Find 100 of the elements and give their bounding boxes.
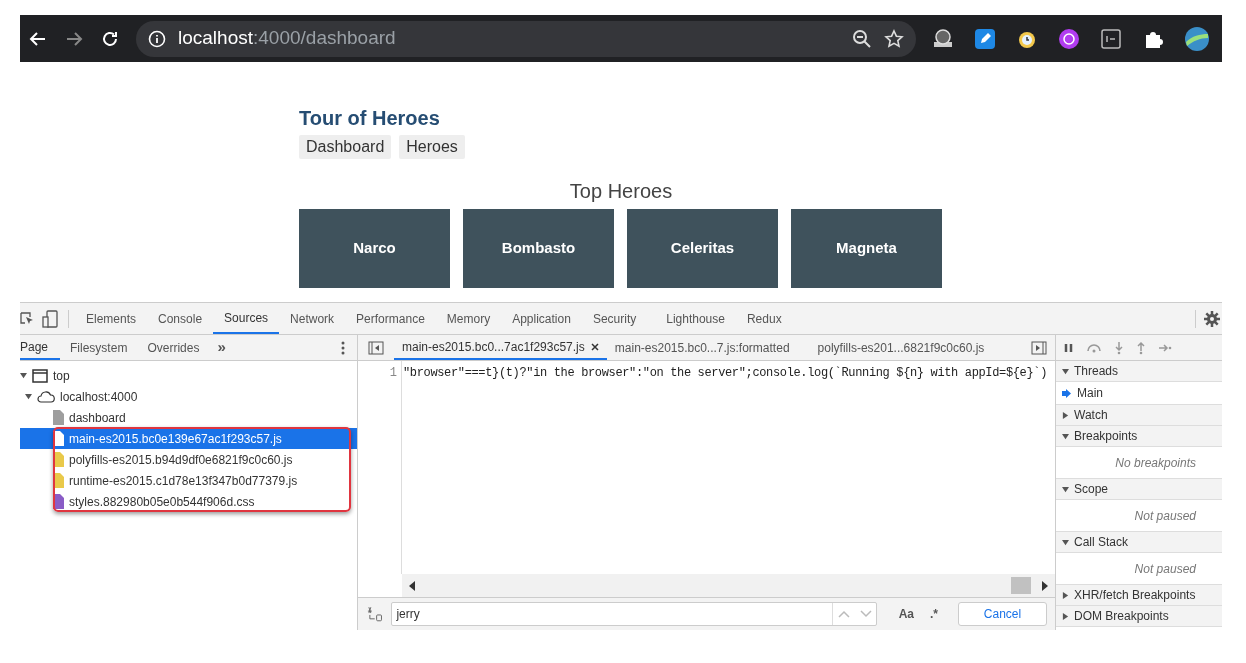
expand-arrow-icon [1062,411,1069,419]
section-title: Threads [1074,363,1119,380]
file-icon [53,494,64,509]
app-title: Tour of Heroes [299,106,441,130]
devtools-tab[interactable]: Network [279,303,346,334]
step-into-icon[interactable] [1114,340,1124,355]
terminal-extension-icon[interactable] [1100,27,1122,50]
tab-label: main-es2015.bc0...7.js:formatted [614,339,790,357]
thread-label: Main [1077,385,1103,402]
tree-label: main-es2015.bc0e139e67ac1f293c57.js [69,430,282,448]
scrollbar-thumb[interactable] [1011,577,1031,594]
star-icon[interactable] [884,28,904,49]
tree-item[interactable]: polyfills-es2015.b94d9df0e6821f9c0c60.js [20,449,357,470]
tree-item[interactable]: runtime-es2015.c1d78e13f347b0d77379.js [20,470,357,491]
step-over-icon[interactable] [1086,342,1102,353]
ring-extension-icon[interactable] [1058,27,1080,50]
devtools-tab[interactable]: Redux [735,303,793,334]
step-icon[interactable] [1158,342,1172,353]
section-header[interactable]: Call Stack [1056,532,1222,553]
expand-arrow-icon[interactable] [25,393,32,400]
expand-arrow-icon [1062,367,1069,375]
tree-item[interactable]: styles.882980b05e0b544f906d.css [20,491,357,512]
devtools-tab[interactable]: Lighthouse [655,303,736,334]
zoom-out-icon[interactable] [852,28,872,49]
profile-avatar-icon[interactable] [1184,25,1210,52]
tree-item[interactable]: dashboard [20,407,357,428]
navigator-tab[interactable]: Overrides [137,335,210,360]
section-title: DOM Breakpoints [1074,608,1169,625]
scroll-right-icon[interactable] [1041,580,1049,591]
tree-label: top [53,367,70,385]
file-icon [53,473,64,488]
match-case-button[interactable]: Aa [898,605,914,623]
horizontal-scrollbar[interactable] [402,574,1055,597]
file-icon [53,431,64,446]
close-icon[interactable] [590,342,599,351]
devtools-tab[interactable]: Performance [345,303,436,334]
section-header[interactable]: Threads [1056,361,1222,382]
section-header[interactable]: Scope [1056,479,1222,500]
section-header[interactable]: Breakpoints [1056,426,1222,447]
navigator-tab[interactable]: Page [20,335,61,360]
editor-tab[interactable]: polyfills-es201...6821f9c0c60.js [809,335,993,360]
tree-label: polyfills-es2015.b94d9df0e6821f9c0c60.js [69,451,293,469]
expand-arrow-icon [1062,485,1069,493]
frame-icon [32,368,48,383]
editor-tab[interactable]: main-es2015.bc0...7.js:formatted [606,335,798,360]
expand-arrow-icon [1062,432,1069,440]
hero-card[interactable]: Narco [299,209,450,288]
address-bar[interactable]: localhost:4000/dashboard [136,20,916,57]
hero-card[interactable]: Bombasto [463,209,614,288]
device-toolbar-icon[interactable] [42,309,58,328]
navigator-tab[interactable]: Filesystem [60,335,138,360]
section-title: Breakpoints [1074,428,1138,445]
hero-card[interactable]: Magneta [791,209,942,288]
empty-message: Not paused [1134,507,1196,525]
tree-item[interactable]: main-es2015.bc0e139e67ac1f293c57.js [20,428,357,449]
empty-message: Not paused [1134,560,1196,578]
section-title: Call Stack [1074,534,1129,551]
pen-extension-icon[interactable] [974,27,996,50]
nav-link[interactable]: Dashboard [299,135,392,159]
tree-label: runtime-es2015.c1d78e13f347b0d77379.js [69,472,298,490]
inspect-icon[interactable] [20,310,34,327]
section-heading: Top Heroes [568,179,674,203]
toggle-debugger-icon[interactable] [1031,340,1047,355]
section-title: Watch [1074,407,1108,424]
more-options-icon[interactable] [341,340,345,355]
more-tabs-button[interactable]: » [209,336,234,359]
tree-label: dashboard [69,409,126,427]
devtools-tab[interactable]: Console [147,303,214,334]
code-line: "browser"===t}(t)?"in the browser":"on the server";console.log(`Running ${n} with appId=${e}`) [402,365,1047,381]
devtools-tab[interactable]: Elements [75,303,148,334]
section-header[interactable]: XHR/fetch Breakpoints [1056,585,1222,606]
scroll-left-icon[interactable] [408,580,416,591]
tree-item[interactable]: localhost:4000 [20,386,357,407]
section-header[interactable]: DOM Breakpoints [1056,606,1222,627]
settings-icon[interactable] [1204,310,1220,327]
expand-arrow-icon[interactable] [20,372,27,379]
devtools-tab[interactable]: Memory [435,303,502,334]
nav-link[interactable]: Heroes [399,135,465,159]
step-out-icon[interactable] [1136,340,1146,355]
hero-card[interactable]: Celeritas [627,209,778,288]
url-text: localhost:4000/dashboard [178,26,396,51]
tree-item[interactable]: top [20,365,357,386]
regex-button[interactable]: .* [930,605,938,623]
expand-arrow-icon [1062,612,1069,620]
current-thread-arrow-icon [1062,388,1071,398]
tree-label: localhost:4000 [60,388,138,406]
toggle-navigator-icon[interactable] [368,340,384,355]
replace-toggle-icon[interactable] [366,605,384,623]
tab-label: polyfills-es201...6821f9c0c60.js [817,339,985,357]
tab-label: main-es2015.bc0...7ac1f293c57.js [402,338,585,356]
cancel-button[interactable]: Cancel [958,602,1047,626]
pause-icon[interactable] [1064,342,1074,353]
section-header[interactable]: Watch [1056,405,1222,426]
devtools-tab[interactable]: Security [581,303,648,334]
tree-label: styles.882980b05e0b544f906d.css [69,493,255,511]
expand-arrow-icon [1062,538,1069,546]
expand-arrow-icon [1062,591,1069,599]
section-title: XHR/fetch Breakpoints [1074,587,1196,604]
devtools-tab[interactable]: Application [501,303,582,334]
cloud-icon [37,390,55,403]
